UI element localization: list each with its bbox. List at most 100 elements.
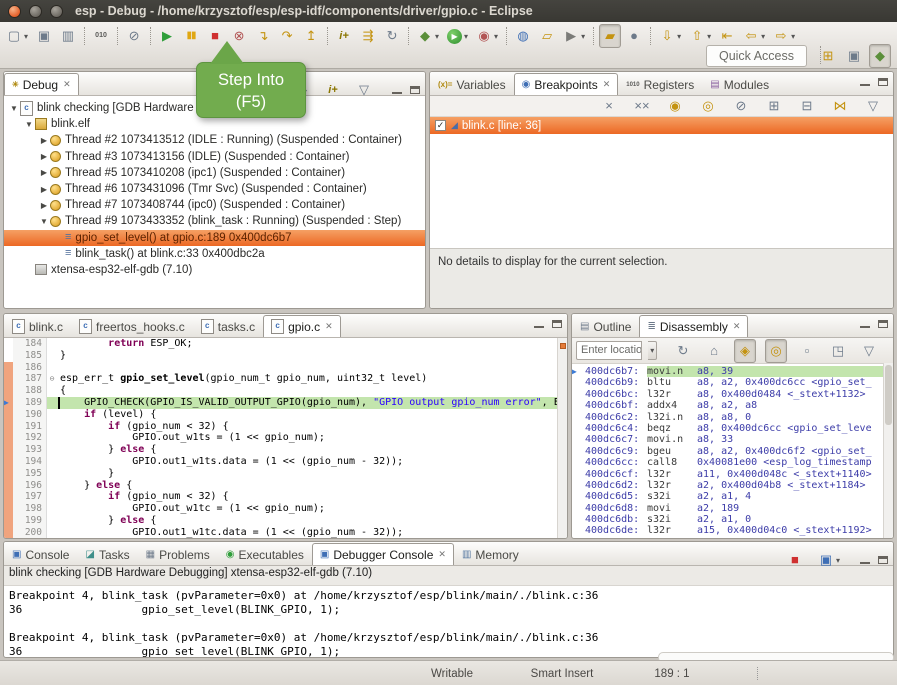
debug-tree-item[interactable]: ▶Thread #7 1073408744 (ipc0) (Suspended … (4, 197, 425, 213)
tab-memory[interactable]: ▥Memory (454, 543, 527, 565)
editor-line[interactable]: 187⊖esp_err_t gpio_set_level(gpio_num_t … (4, 373, 567, 385)
scrollbar-thumb[interactable] (885, 365, 892, 425)
debug-tree-item[interactable]: ▶Thread #2 1073413512 (IDLE : Running) (… (4, 132, 425, 148)
remove-breakpoint-button[interactable]: × (598, 94, 620, 118)
editor-line[interactable]: 192 GPIO.out_w1ts = (1 << gpio_num); (4, 432, 567, 444)
line-number[interactable]: 188 (13, 385, 47, 397)
annotation-ruler-cell[interactable] (4, 503, 13, 515)
minimize-view-button[interactable] (860, 326, 870, 328)
editor-line[interactable]: 194 GPIO.out1_w1ts.data = (1 << (gpio_nu… (4, 456, 567, 468)
tab-blink-c[interactable]: cblink.c (4, 315, 71, 337)
step-into-button[interactable]: ↴ (252, 24, 274, 48)
line-number[interactable]: 186 (13, 362, 47, 374)
editor-line[interactable]: 200 GPIO.out1_w1tc.data = (1 << (gpio_nu… (4, 527, 567, 539)
run-menu-button[interactable]: ▶▾ (444, 24, 471, 48)
editor-line[interactable]: 191 if (gpio_num < 32) { (4, 421, 567, 433)
line-number[interactable]: 187 (13, 373, 47, 385)
disassembly-listing[interactable]: ▶400dc6b7:movi.na8, 39400dc6b9:bltua8, a… (572, 364, 893, 539)
code-text[interactable]: return ESP_OK; (57, 338, 567, 350)
line-number[interactable]: 191 (13, 421, 47, 433)
code-text[interactable]: GPIO_CHECK(GPIO_IS_VALID_OUTPUT_GPIO(gpi… (57, 397, 567, 409)
pin-view-button[interactable]: ◳ (827, 339, 849, 363)
code-text[interactable]: } else { (57, 480, 567, 492)
disassembly-line[interactable]: 400dc6d2:l32ra2, 0x400d04b8 <_stext+1184… (572, 480, 893, 491)
expand-all-button[interactable]: ⊞ (763, 94, 785, 118)
debug-menu-button[interactable]: ◆▾ (414, 24, 442, 48)
annotation-ruler-cell[interactable] (4, 515, 13, 527)
code-text[interactable]: if (level) { (57, 409, 567, 421)
maximize-view-button[interactable] (878, 320, 888, 328)
disassembly-line[interactable]: 400dc6cf:l32ra11, 0x400d048c <_stext+114… (572, 469, 893, 480)
editor-line[interactable]: 193 } else { (4, 444, 567, 456)
tab-problems[interactable]: ▦Problems (138, 543, 218, 565)
debug-tree-item[interactable]: ▶Thread #6 1073431096 (Tmr Svc) (Suspend… (4, 181, 425, 197)
location-input[interactable]: Enter location here (576, 341, 642, 360)
code-editor[interactable]: 184 return ESP_OK;185}186187⊖esp_err_t g… (4, 338, 567, 539)
disassembly-line[interactable]: 400dc6b9:bltua8, a2, 0x400dc6cc <gpio_se… (572, 377, 893, 388)
window-close-button[interactable] (8, 5, 21, 18)
line-number[interactable]: 196 (13, 480, 47, 492)
maximize-view-button[interactable] (410, 86, 420, 94)
annotation-ruler-cell[interactable] (4, 421, 13, 433)
resume-button[interactable]: ▶ (156, 24, 178, 48)
annotation-ruler-cell[interactable] (4, 350, 13, 362)
editor-line[interactable]: 199 } else { (4, 515, 567, 527)
show-annotations-button[interactable]: ● (623, 24, 645, 48)
debug-tree-item[interactable]: ▼Thread #9 1073433352 (blink_task : Runn… (4, 213, 425, 229)
window-minimize-button[interactable] (29, 5, 42, 18)
code-text[interactable]: GPIO.out1_w1tc.data = (1 << (gpio_num - … (57, 527, 567, 539)
annotation-ruler-cell[interactable] (4, 444, 13, 456)
breakpoint-item[interactable]: ✓ ◢ blink.c [line: 36] (430, 117, 893, 134)
breakpoint-enabled-checkbox[interactable]: ✓ (435, 120, 446, 131)
quick-access-button[interactable]: Quick Access (706, 45, 807, 67)
tree-expander-icon[interactable]: ▼ (8, 104, 20, 113)
annotation-marker[interactable] (560, 343, 566, 349)
view-menu-button[interactable]: ▽ (353, 78, 375, 102)
open-resource-button[interactable]: ▱ (536, 24, 558, 48)
code-text[interactable]: esp_err_t gpio_set_level(gpio_num_t gpio… (57, 373, 567, 385)
close-tab-icon[interactable]: ✕ (63, 79, 71, 90)
collapse-all-button[interactable]: ⊟ (796, 94, 818, 118)
next-annotation-button[interactable]: ⇩▾ (656, 24, 684, 48)
window-maximize-button[interactable] (50, 5, 63, 18)
save-button[interactable]: ▣ (33, 24, 55, 48)
editor-line[interactable]: 198 GPIO.out_w1tc = (1 << gpio_num); (4, 503, 567, 515)
debug-tree-item[interactable]: ≡gpio_set_level() at gpio.c:189 0x400dc6… (4, 230, 425, 246)
disassembly-line[interactable]: 400dc6c4:beqza8, 0x400dc6cc <gpio_set_le… (572, 423, 893, 434)
disassembly-line[interactable]: ▶400dc6b7:movi.na8, 39 (572, 366, 893, 377)
tree-expander-icon[interactable]: ▼ (38, 217, 50, 226)
code-text[interactable]: GPIO.out1_w1ts.data = (1 << (gpio_num - … (57, 456, 567, 468)
open-element-button[interactable]: ◍ (512, 24, 534, 48)
sync-selection-toggle[interactable]: ◎ (765, 339, 787, 363)
debug-tree-item[interactable]: ≡blink_task() at blink.c:33 0x400dbc2a (4, 246, 425, 262)
line-number[interactable]: 199 (13, 515, 47, 527)
code-text[interactable]: GPIO.out_w1tc = (1 << gpio_num); (57, 503, 567, 515)
disassembly-line[interactable]: 400dc6db:s32ia2, a1, 0 (572, 514, 893, 525)
editor-line[interactable]: 184 return ESP_OK; (4, 338, 567, 350)
annotation-ruler-cell[interactable] (4, 373, 13, 385)
annotation-ruler-cell[interactable] (4, 432, 13, 444)
tab-breakpoints[interactable]: ◉Breakpoints✕ (514, 73, 619, 95)
step-return-button[interactable]: ↥ (300, 24, 322, 48)
line-number[interactable]: 189 (13, 397, 47, 409)
close-tab-icon[interactable]: ✕ (733, 321, 741, 332)
annotation-ruler-cell[interactable] (4, 456, 13, 468)
maximize-view-button[interactable] (878, 556, 888, 564)
editor-line[interactable]: 195 } (4, 468, 567, 480)
line-number[interactable]: 193 (13, 444, 47, 456)
code-text[interactable] (57, 362, 567, 374)
annotation-ruler-cell[interactable]: ▶ (4, 397, 13, 409)
tree-expander-icon[interactable]: ▶ (38, 185, 50, 194)
tree-expander-icon[interactable]: ▶ (38, 201, 50, 210)
code-text[interactable]: if (gpio_num < 32) { (57, 491, 567, 503)
skip-all-breakpoints-toggle[interactable]: ⊘ (730, 94, 752, 118)
line-number[interactable]: 198 (13, 503, 47, 515)
minimize-view-button[interactable] (534, 326, 544, 328)
editor-line[interactable]: 190 if (level) { (4, 409, 567, 421)
code-text[interactable]: } else { (57, 444, 567, 456)
editor-line[interactable]: ▶189 GPIO_CHECK(GPIO_IS_VALID_OUTPUT_GPI… (4, 397, 567, 409)
external-tools-button[interactable]: ▶▾ (560, 24, 588, 48)
line-number[interactable]: 190 (13, 409, 47, 421)
profile-menu-button[interactable]: ◉▾ (473, 24, 501, 48)
code-text[interactable]: } else { (57, 515, 567, 527)
